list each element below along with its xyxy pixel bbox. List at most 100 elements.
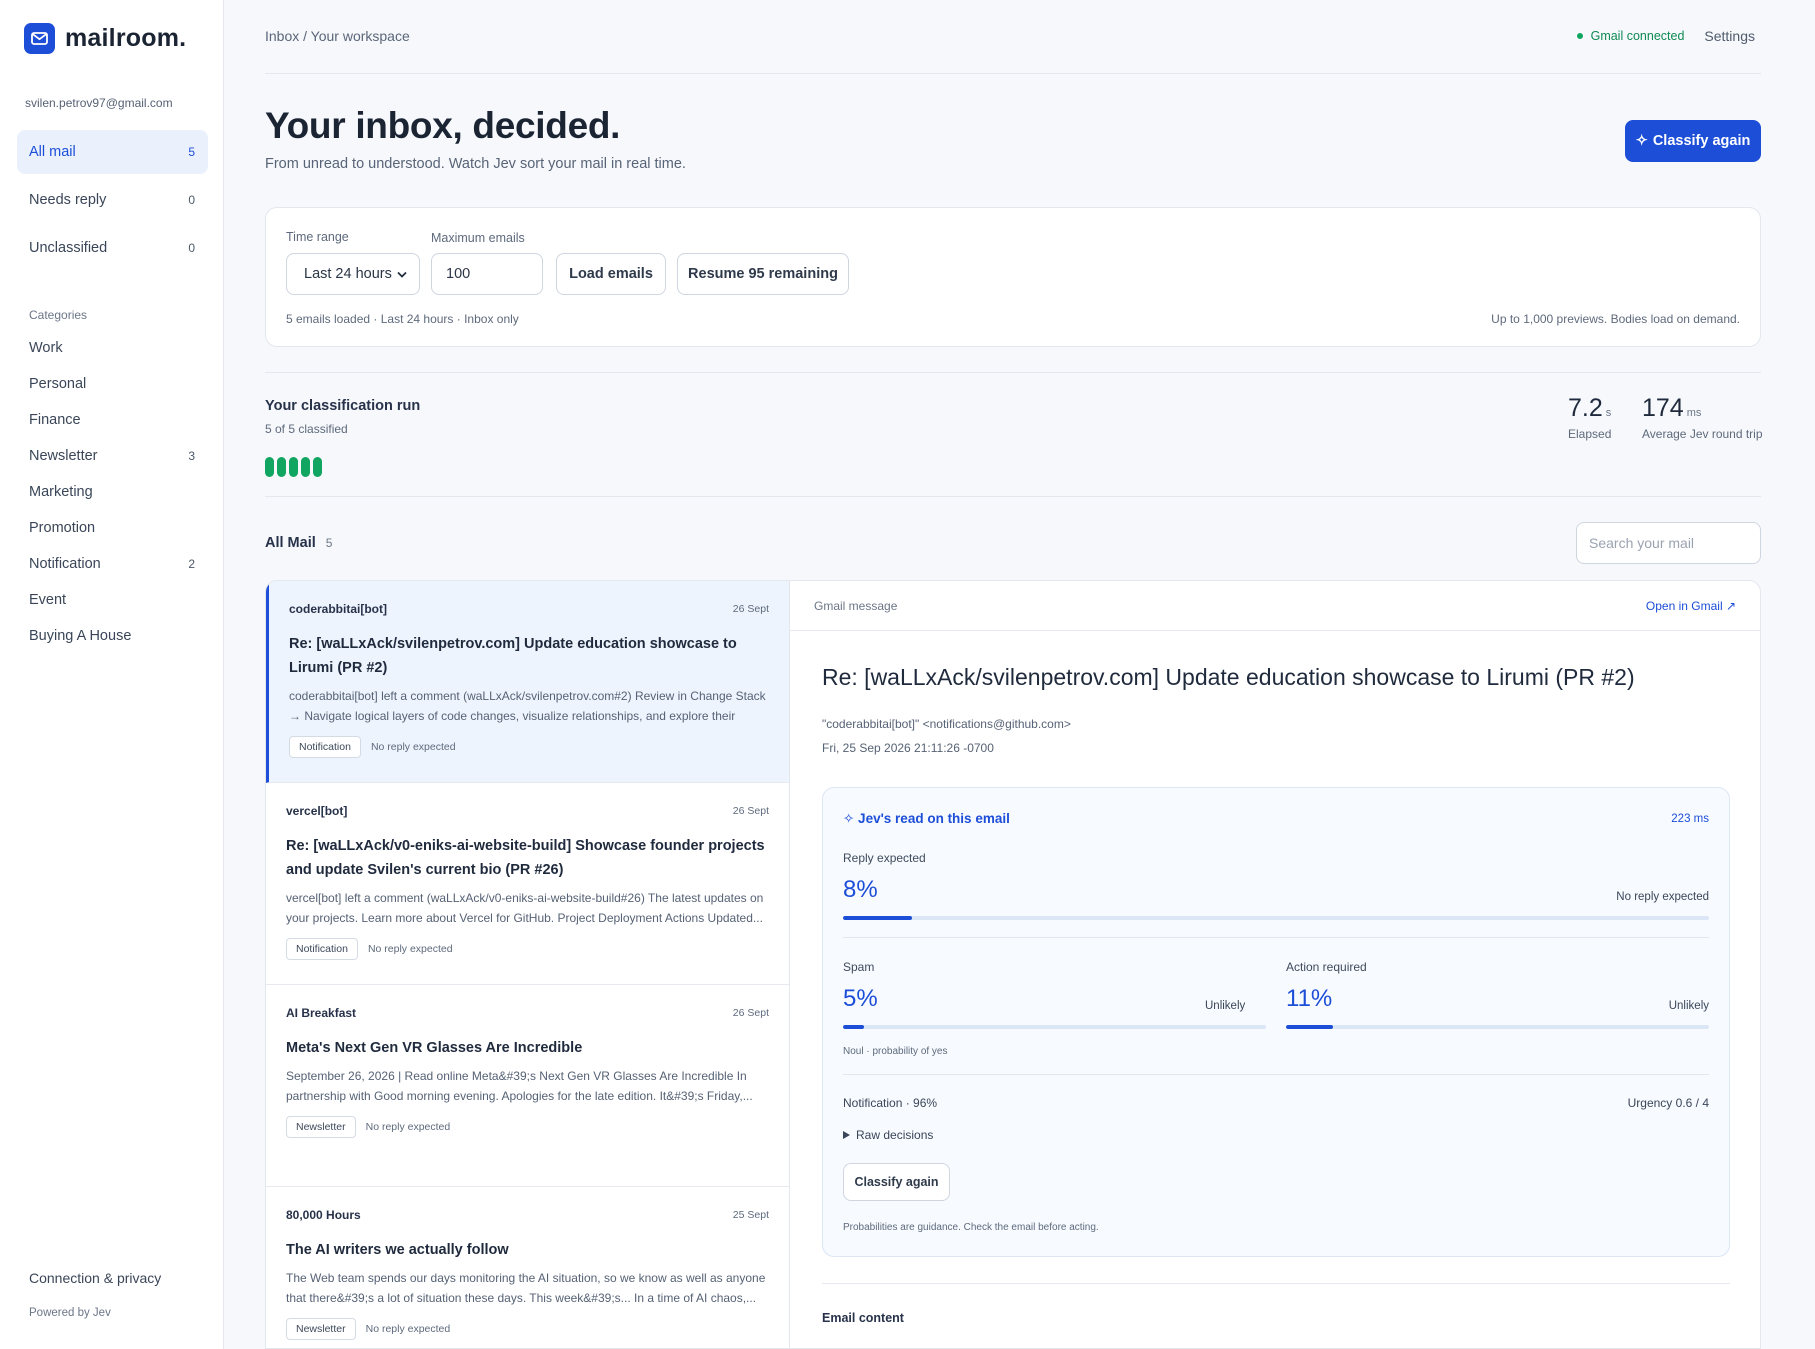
category-item-notification[interactable]: Notification 2 <box>17 546 208 582</box>
reply-status: No reply expected <box>367 943 453 955</box>
mail-sender: 80,000 Hours <box>286 1208 361 1222</box>
progress-pip <box>289 457 298 477</box>
detail-header-label: Gmail message <box>814 598 898 613</box>
category-count: 3 <box>188 449 195 463</box>
mail-snippet: The Web team spends our days monitoring … <box>286 1271 766 1305</box>
load-note: Up to 1,000 previews. Bodies load on dem… <box>1491 312 1740 326</box>
resume-remaining-button[interactable]: Resume 95 remaining <box>677 253 849 295</box>
classify-again-button[interactable]: ✧ Classify again <box>1625 120 1761 162</box>
message-from: "coderabbitai[bot]" <notifications@githu… <box>822 717 1071 731</box>
divider <box>265 496 1761 497</box>
mail-subject: Re: [waLLxAck/svilenpetrov.com] Update e… <box>289 636 737 676</box>
category-badge: Newsletter <box>286 1116 356 1138</box>
category-label: Event <box>29 592 67 608</box>
category-item-newsletter[interactable]: Newsletter 3 <box>17 438 208 474</box>
brand-name: mailroom. <box>65 24 187 52</box>
reply-status: No reply expected <box>365 1323 451 1335</box>
mail-sender: AI Breakfast <box>286 1006 357 1020</box>
category-item-promotion[interactable]: Promotion <box>17 510 208 546</box>
mail-list-item[interactable]: coderabbitai[bot] 26 Sept Re: [waLLxAck/… <box>266 581 789 783</box>
nav-item-label: Unclassified <box>29 240 108 256</box>
mail-list-item[interactable]: AI Breakfast 26 Sept Meta's Next Gen VR … <box>266 985 789 1187</box>
category-item-event[interactable]: Event <box>17 582 208 618</box>
mail-list-item[interactable]: 80,000 Hours 25 Sept The AI writers we a… <box>266 1187 789 1348</box>
nav-item-all-mail[interactable]: All mail 5 <box>17 130 208 174</box>
breadcrumb: Inbox / Your workspace <box>265 28 410 44</box>
reply-expected-bar-fill <box>843 916 913 920</box>
elapsed-value: 7.2 <box>1568 394 1603 422</box>
time-range-select[interactable]: Last 24 hours <box>286 253 420 295</box>
guidance-note: Probabilities are guidance. Check the em… <box>843 1222 1099 1233</box>
progress-pip <box>313 457 322 477</box>
action-required-value: 11% <box>1286 985 1333 1012</box>
category-badge: Notification <box>289 736 361 758</box>
mail-sender: vercel[bot] <box>286 804 348 818</box>
search-input[interactable]: Search your mail <box>1576 522 1761 564</box>
progress-pip <box>277 457 286 477</box>
category-item-personal[interactable]: Personal <box>17 366 208 402</box>
page-title: Your inbox, decided. <box>265 105 621 146</box>
mail-list-title: All Mail <box>265 535 316 551</box>
spam-value: 5% <box>843 985 878 1012</box>
category-label: Finance <box>29 412 81 428</box>
category-badge: Newsletter <box>286 1318 356 1340</box>
probability-footnote: Noul · probability of yes <box>843 1046 948 1057</box>
mail-list-item[interactable]: vercel[bot] 26 Sept Re: [waLLxAck/v0-eni… <box>266 783 789 985</box>
mail-snippet: vercel[bot] left a comment (waLLxAck/v0-… <box>286 891 764 925</box>
nav-item-needs-reply[interactable]: Needs reply 0 <box>17 178 208 222</box>
classify-again-secondary-button[interactable]: Classify again <box>843 1163 950 1201</box>
spam-bar <box>843 1025 1266 1029</box>
reply-status: No reply expected <box>370 741 456 753</box>
category-item-finance[interactable]: Finance <box>17 402 208 438</box>
nav-item-label: Needs reply <box>29 192 107 208</box>
category-label: Promotion <box>29 520 96 536</box>
logo[interactable]: mailroom. <box>24 23 186 54</box>
settings-link[interactable]: Settings <box>1704 28 1755 44</box>
classification-card: ✧ Jev's read on this email 223 ms Reply … <box>822 787 1730 1257</box>
load-emails-button[interactable]: Load emails <box>556 253 666 295</box>
mail-list: coderabbitai[bot] 26 Sept Re: [waLLxAck/… <box>265 580 789 1349</box>
category-label: Work <box>29 340 63 356</box>
sidebar: mailroom. svilen.petrov97@gmail.com All … <box>0 0 224 1349</box>
round-trip-stat: 174 ms Average Jev round trip <box>1642 394 1763 441</box>
category-confidence: Notification · 96% <box>843 1096 938 1110</box>
action-required-label: Action required <box>1286 960 1367 974</box>
load-emails-card: Time range Maximum emails Last 24 hours … <box>265 207 1761 347</box>
urgency-score: Urgency 0.6 / 4 <box>1627 1096 1709 1110</box>
connection-privacy-link[interactable]: Connection & privacy <box>29 1270 161 1286</box>
mail-tags: Notification No reply expected <box>286 938 453 960</box>
mail-list-count: 5 <box>325 536 333 550</box>
mail-date: 26 Sept <box>732 603 769 615</box>
nav-item-count: 5 <box>188 145 195 159</box>
category-list: Work Personal Finance Newsletter 3 Market… <box>17 330 208 654</box>
raw-decisions-toggle[interactable]: Raw decisions <box>843 1128 933 1142</box>
open-in-gmail-link[interactable]: Open in Gmail ↗ <box>1646 599 1736 613</box>
max-emails-input[interactable]: 100 <box>431 253 543 295</box>
message-subject: Re: [waLLxAck/svilenpetrov.com] Update e… <box>822 664 1635 690</box>
category-item-marketing[interactable]: Marketing <box>17 474 208 510</box>
nav-item-label: All mail <box>29 144 76 160</box>
run-title: Your classification run <box>265 398 421 414</box>
raw-decisions-label: Raw decisions <box>856 1128 934 1142</box>
time-range-label: Time range <box>286 230 349 244</box>
divider <box>822 1283 1730 1284</box>
divider <box>265 372 1761 373</box>
action-required-bar <box>1286 1025 1709 1029</box>
category-label: Marketing <box>29 484 93 500</box>
sparkle-icon: ✧ <box>1635 133 1648 149</box>
round-trip-label: Average Jev round trip <box>1642 427 1763 441</box>
category-badge: Notification <box>286 938 358 960</box>
load-status: 5 emails loaded · Last 24 hours · Inbox … <box>286 312 519 326</box>
connection-status: Gmail connected <box>1576 29 1684 43</box>
mail-date: 25 Sept <box>732 1209 769 1221</box>
chevron-down-icon <box>397 266 407 282</box>
category-label: Personal <box>29 376 87 392</box>
round-trip-unit: ms <box>1686 407 1702 419</box>
category-item-work[interactable]: Work <box>17 330 208 366</box>
nav-item-unclassified[interactable]: Unclassified 0 <box>17 226 208 270</box>
reply-expected-label: Reply expected <box>843 851 926 865</box>
reply-status: No reply expected <box>365 1121 451 1133</box>
reply-expected-value: 8% <box>843 876 878 903</box>
max-emails-label: Maximum emails <box>431 231 525 245</box>
category-item-buying-a-house[interactable]: Buying A House <box>17 618 208 654</box>
